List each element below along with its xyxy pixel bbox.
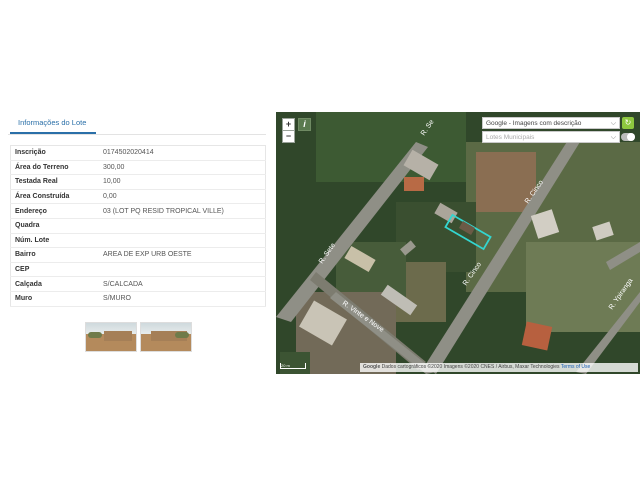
- field-value: S/CALCADA: [99, 276, 266, 292]
- tab-lot-info[interactable]: Informações do Lote: [16, 118, 88, 127]
- field-value: [99, 233, 266, 249]
- street-label-cinco-upper: R. Cinco: [524, 179, 545, 205]
- attribution-text: Dados cartográficos ©2020 Imagens ©2020 …: [381, 364, 560, 370]
- field-value: 0174502020414: [99, 145, 266, 161]
- field-value: 0,00: [99, 189, 266, 205]
- lot-photo-2[interactable]: [140, 322, 192, 352]
- field-label: Testada Real: [10, 174, 99, 190]
- lot-photo-1[interactable]: [85, 322, 137, 352]
- lot-info-table: Inscrição 0174502020414 Área do Terreno 300…: [10, 145, 266, 307]
- table-row: Inscrição 0174502020414: [10, 145, 266, 161]
- field-label: Quadra: [10, 218, 99, 234]
- street-label-vinte-e-nove: R. Vinte e Nove: [341, 300, 385, 334]
- field-label: Área do Terreno: [10, 160, 99, 176]
- google-logo: Google: [363, 364, 381, 370]
- table-row: Área do Terreno 300,00: [10, 160, 266, 176]
- tab-bar: Informações do Lote: [8, 112, 266, 135]
- field-label: Inscrição: [10, 145, 99, 161]
- field-label: Muro: [10, 291, 99, 307]
- table-row: Quadra: [10, 218, 266, 234]
- field-label: Bairro: [10, 247, 99, 263]
- field-value: AREA DE EXP URB OESTE: [99, 247, 266, 263]
- table-row: Calçada S/CALCADA: [10, 276, 266, 292]
- field-value: 10,00: [99, 174, 266, 190]
- field-value: [99, 262, 266, 278]
- field-label: Área Construída: [10, 189, 99, 205]
- street-labels: R. Sete R. Se R. Cinco R. Cinco R. Vinte…: [318, 119, 635, 334]
- field-value: 300,00: [99, 160, 266, 176]
- satellite-map[interactable]: + − i Google - Imagens com descrição ⌵ L…: [276, 112, 640, 374]
- field-label: Calçada: [10, 276, 99, 292]
- table-row: Núm. Lote: [10, 233, 266, 249]
- field-label: Endereço: [10, 203, 99, 219]
- field-value: S/MURO: [99, 291, 266, 307]
- scale-bar: 20 m: [280, 363, 306, 369]
- table-row: Endereço 03 (LOT PQ RESID TROPICAL VILLE): [10, 203, 266, 219]
- field-value: [99, 218, 266, 234]
- map-attribution: Google Dados cartográficos ©2020 Imagens…: [360, 363, 638, 372]
- table-row: Muro S/MURO: [10, 291, 266, 307]
- table-row: CEP: [10, 262, 266, 278]
- street-label-cinco: R. Cinco: [462, 261, 483, 287]
- street-label-top: R. Se: [420, 119, 436, 137]
- table-row: Testada Real 10,00: [10, 174, 266, 190]
- tab-active-indicator: [10, 132, 96, 134]
- field-value: 03 (LOT PQ RESID TROPICAL VILLE): [99, 203, 266, 219]
- field-label: CEP: [10, 262, 99, 278]
- field-label: Núm. Lote: [10, 233, 99, 249]
- street-label-sete: R. Sete: [318, 242, 337, 265]
- table-row: Área Construída 0,00: [10, 189, 266, 205]
- table-row: Bairro AREA DE EXP URB OESTE: [10, 247, 266, 263]
- street-label-ypiranga: R. Ypiranga: [608, 277, 635, 311]
- terms-link[interactable]: Terms of Use: [561, 364, 590, 370]
